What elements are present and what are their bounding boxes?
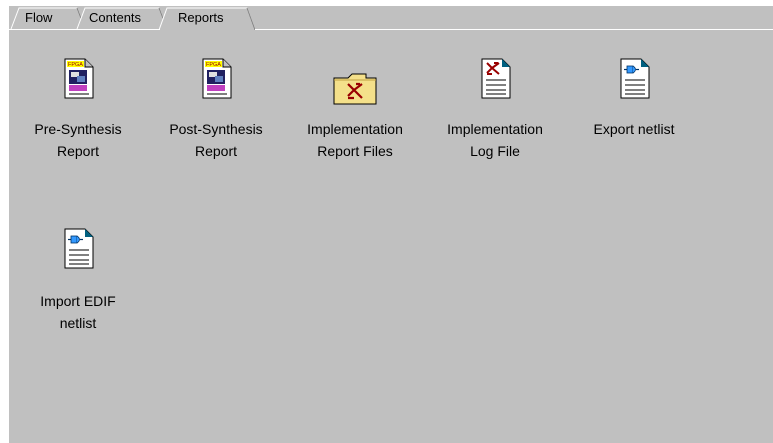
tab-flow[interactable]: Flow (25, 10, 52, 25)
tab-reports[interactable]: Reports (178, 10, 224, 25)
svg-text:FPGA: FPGA (206, 62, 221, 68)
impl-log-file-label-line2: Log File (470, 143, 520, 159)
tab-bar: Flow Contents Reports (9, 6, 773, 30)
netlist-document-icon (559, 58, 709, 112)
impl-report-files-label-line2: Report Files (317, 143, 393, 159)
import-edif-label-line2: netlist (59, 315, 97, 331)
impl-log-file-label-line1: Implementation (447, 121, 543, 137)
import-edif-label-line1: Import EDIF (40, 293, 116, 309)
xilinx-document-icon (420, 58, 570, 112)
pre-synthesis-label-line1: Pre-Synthesis (34, 121, 122, 137)
fpga-report-icon: FPGA (141, 58, 291, 112)
netlist-document-icon (3, 228, 153, 282)
export-netlist-item[interactable]: Export netlist (559, 58, 709, 178)
impl-report-files-label-line1: Implementation (307, 121, 403, 137)
import-edif-netlist-item[interactable]: Import EDIF netlist (3, 228, 153, 348)
svg-text:FPGA: FPGA (68, 62, 83, 68)
post-synthesis-report-item[interactable]: FPGA Post-Synthesis Report (141, 58, 291, 178)
post-synthesis-label-line2: Report (194, 143, 238, 159)
export-netlist-label: Export netlist (593, 121, 675, 137)
pre-synthesis-report-item[interactable]: FPGA Pre-Synthesis Report (3, 58, 153, 178)
post-synthesis-label-line1: Post-Synthesis (169, 121, 263, 137)
implementation-report-files-item[interactable]: Implementation Report Files (280, 58, 430, 178)
pre-synthesis-label-line2: Report (56, 143, 100, 159)
fpga-report-icon: FPGA (3, 58, 153, 112)
tab-contents[interactable]: Contents (89, 10, 141, 25)
implementation-log-file-item[interactable]: Implementation Log File (420, 58, 570, 178)
reports-panel: FPGA Pre-Synthesis Report FPGA Post-Synt… (9, 30, 773, 443)
